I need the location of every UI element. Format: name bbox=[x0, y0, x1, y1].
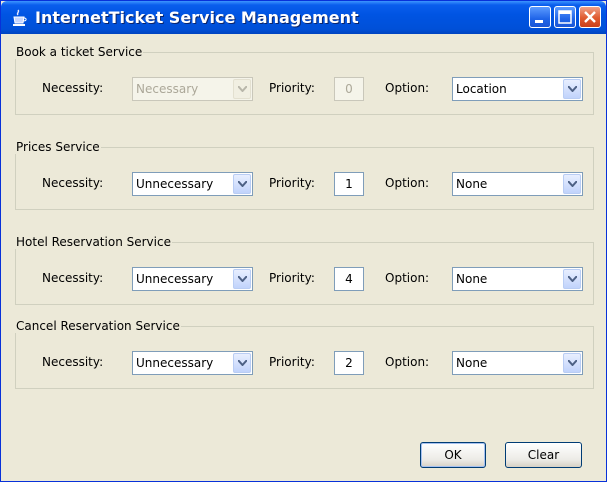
ok-button[interactable]: OK bbox=[420, 442, 486, 468]
option-label: Option: bbox=[385, 81, 430, 95]
option-select[interactable]: None bbox=[452, 351, 583, 375]
necessity-value: Unnecessary bbox=[136, 356, 214, 370]
minimize-button[interactable] bbox=[529, 6, 551, 28]
service-title: Cancel Reservation Service bbox=[16, 319, 180, 333]
title-bar[interactable]: InternetTicket Service Management bbox=[1, 1, 606, 34]
window-title: InternetTicket Service Management bbox=[35, 8, 359, 27]
chevron-down-icon bbox=[233, 353, 251, 373]
maximize-icon bbox=[558, 10, 572, 24]
option-select[interactable]: None bbox=[452, 267, 583, 291]
service-title: Prices Service bbox=[16, 140, 100, 154]
priority-value: 1 bbox=[345, 177, 353, 191]
minimize-icon bbox=[535, 20, 543, 23]
priority-label: Priority: bbox=[269, 271, 315, 285]
necessity-label: Necessity: bbox=[42, 271, 104, 285]
chevron-down-icon bbox=[563, 79, 581, 99]
priority-input[interactable]: 2 bbox=[334, 351, 364, 375]
necessity-value: Unnecessary bbox=[136, 272, 214, 286]
service-group-cancel-reservation: Cancel Reservation Service Necessity: Un… bbox=[15, 319, 594, 389]
option-label: Option: bbox=[385, 271, 430, 285]
option-select[interactable]: None bbox=[452, 172, 583, 196]
priority-input[interactable]: 1 bbox=[334, 172, 364, 196]
necessity-select[interactable]: Unnecessary bbox=[132, 172, 253, 196]
dialog-content: Book a ticket Service Necessity: Necessa… bbox=[5, 34, 602, 479]
option-label: Option: bbox=[385, 355, 430, 369]
option-value: None bbox=[456, 177, 488, 191]
priority-label: Priority: bbox=[269, 176, 315, 190]
java-cup-icon bbox=[13, 9, 27, 26]
service-group-book-ticket: Book a ticket Service Necessity: Necessa… bbox=[15, 45, 594, 115]
chevron-down-icon bbox=[233, 79, 251, 99]
chevron-down-icon bbox=[563, 353, 581, 373]
chevron-down-icon bbox=[563, 269, 581, 289]
option-select[interactable]: Location bbox=[452, 77, 583, 101]
priority-label: Priority: bbox=[269, 355, 315, 369]
chevron-down-icon bbox=[233, 174, 251, 194]
app-window: InternetTicket Service Management Book a… bbox=[0, 0, 607, 482]
priority-label: Priority: bbox=[269, 81, 315, 95]
necessity-label: Necessity: bbox=[42, 81, 104, 95]
necessity-select[interactable]: Necessary bbox=[132, 77, 253, 101]
necessity-label: Necessity: bbox=[42, 176, 104, 190]
close-icon bbox=[584, 11, 596, 23]
priority-value: 2 bbox=[345, 356, 353, 370]
option-label: Option: bbox=[385, 176, 430, 190]
service-title: Hotel Reservation Service bbox=[16, 235, 171, 249]
necessity-value: Unnecessary bbox=[136, 177, 214, 191]
option-value: None bbox=[456, 272, 488, 286]
service-group-prices: Prices Service Necessity: Unnecessary Pr… bbox=[15, 140, 594, 210]
maximize-button[interactable] bbox=[554, 6, 576, 28]
priority-input[interactable]: 4 bbox=[334, 267, 364, 291]
necessity-select[interactable]: Unnecessary bbox=[132, 267, 253, 291]
service-group-hotel-reservation: Hotel Reservation Service Necessity: Unn… bbox=[15, 235, 594, 305]
necessity-value: Necessary bbox=[136, 82, 199, 96]
option-value: Location bbox=[456, 82, 507, 96]
priority-value: 4 bbox=[345, 272, 353, 286]
priority-input[interactable]: 0 bbox=[334, 77, 364, 101]
chevron-down-icon bbox=[563, 174, 581, 194]
option-value: None bbox=[456, 356, 488, 370]
service-title: Book a ticket Service bbox=[16, 45, 143, 59]
chevron-down-icon bbox=[233, 269, 251, 289]
necessity-select[interactable]: Unnecessary bbox=[132, 351, 253, 375]
close-button[interactable] bbox=[579, 6, 601, 28]
priority-value: 0 bbox=[345, 82, 353, 96]
necessity-label: Necessity: bbox=[42, 355, 104, 369]
clear-button[interactable]: Clear bbox=[505, 442, 582, 468]
